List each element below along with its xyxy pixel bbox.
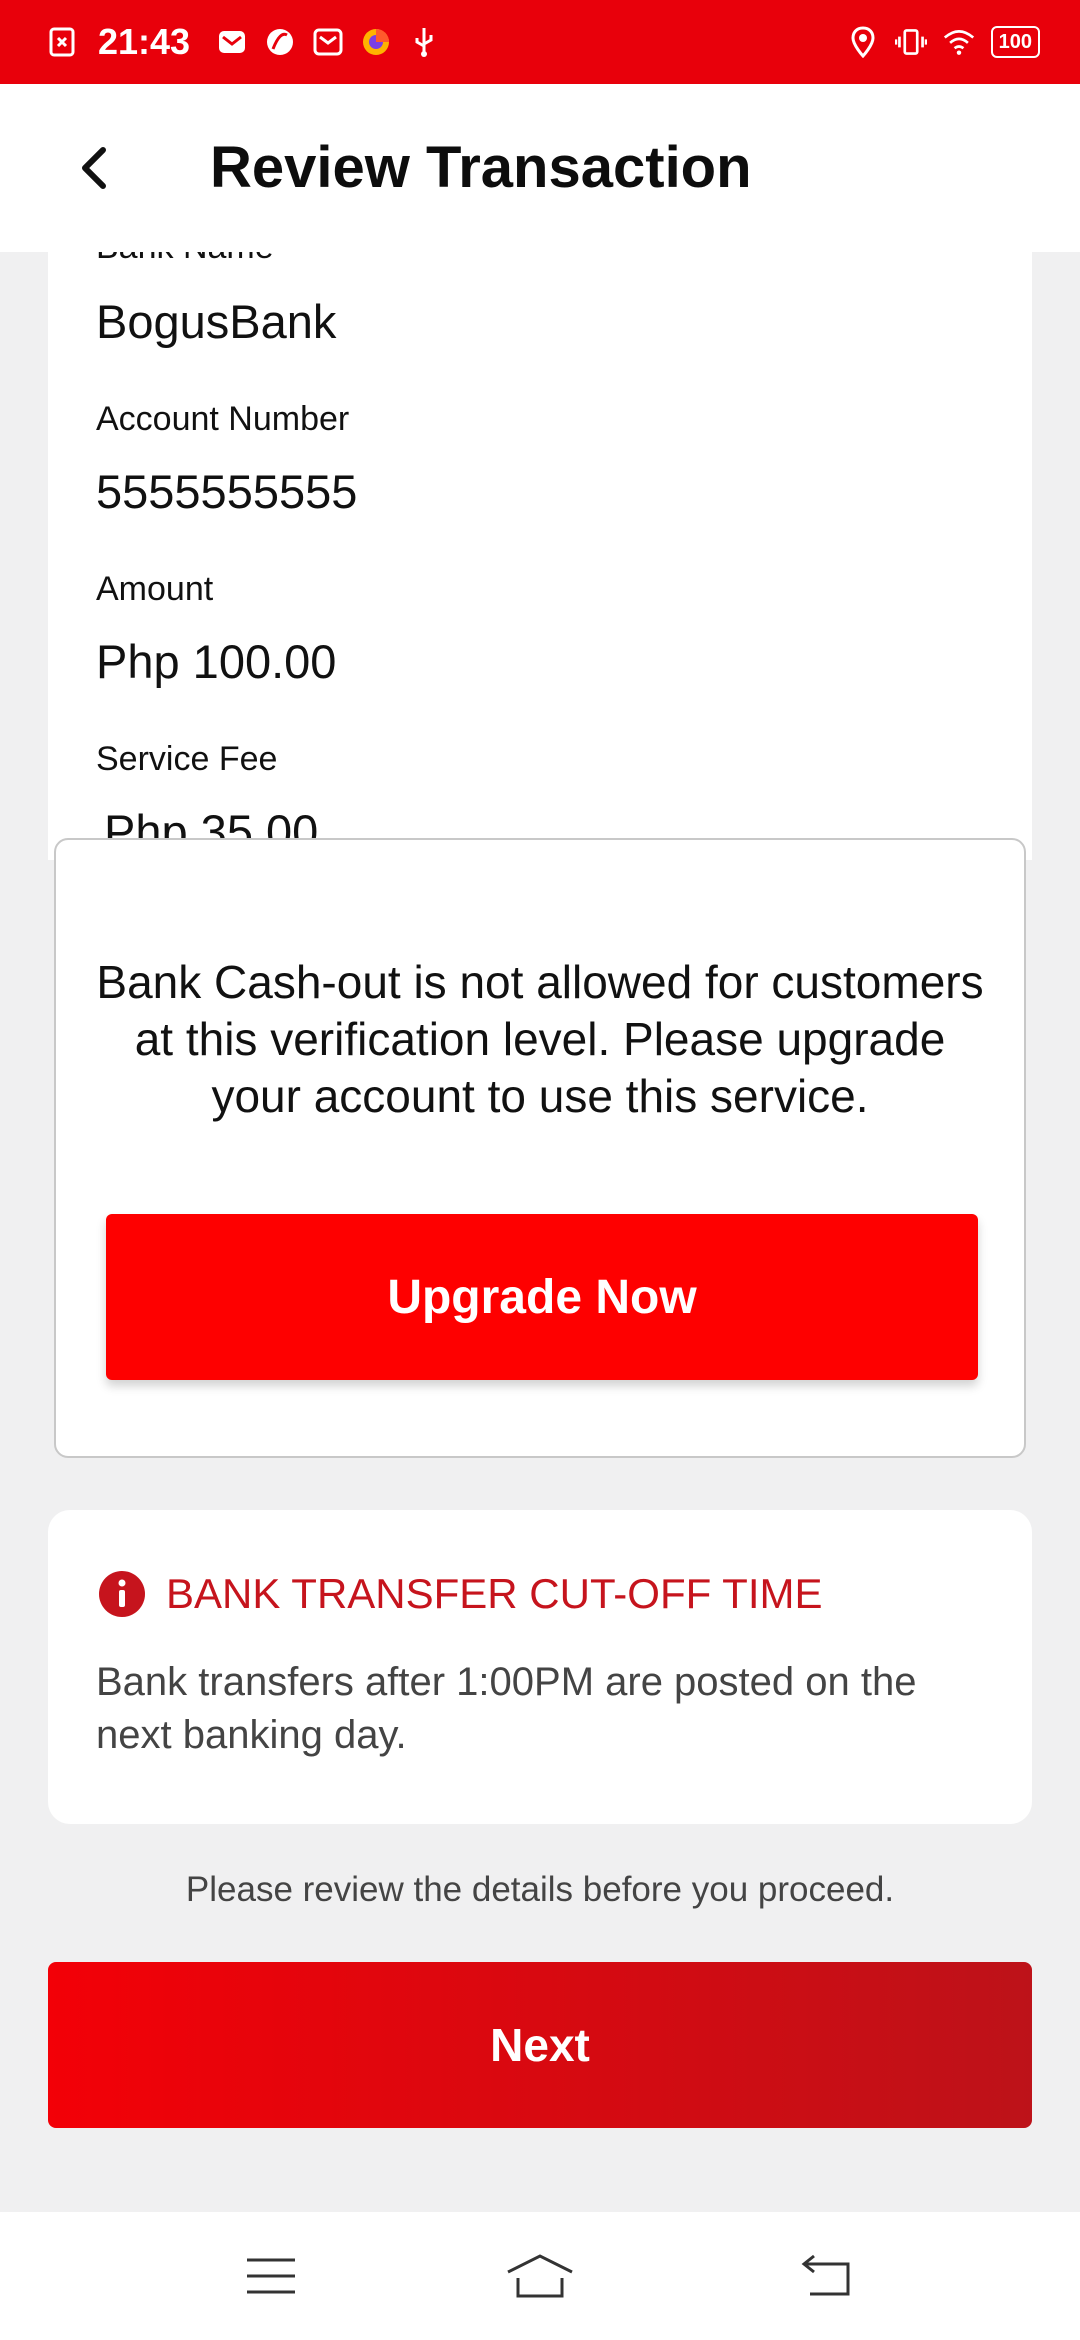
amount-label: Amount <box>96 570 214 608</box>
sim-alert-icon <box>46 26 78 58</box>
amount-value: Php 100.00 <box>96 635 337 688</box>
cutoff-title: BANK TRANSFER CUT-OFF TIME <box>166 1570 823 1617</box>
bank-name-value: BogusBank <box>96 295 337 348</box>
menu-button[interactable] <box>231 2246 311 2306</box>
chevron-left-icon <box>82 147 106 189</box>
account-number-label: Account Number <box>96 400 350 438</box>
upgrade-now-button[interactable]: Upgrade Now <box>106 1214 978 1380</box>
info-icon <box>99 1571 145 1617</box>
usb-icon <box>408 26 440 58</box>
battery-level: 100 <box>998 30 1032 53</box>
status-time: 21:43 <box>98 21 191 62</box>
next-button[interactable]: Next <box>48 1962 1032 2128</box>
service-fee-label: Service Fee <box>96 740 278 778</box>
home-icon <box>507 2254 573 2298</box>
dialog-message: Bank Cash-out is not allowed for custome… <box>96 956 984 1122</box>
back-nav-icon <box>801 2254 850 2296</box>
cutoff-text: Bank transfers after 1:00PM are posted o… <box>96 1660 917 1757</box>
mail-icon <box>216 26 248 58</box>
vibrate-icon <box>894 26 927 58</box>
menu-icon <box>247 2258 295 2294</box>
verification-dialog: Bank Cash-out is not allowed for custome… <box>54 838 1026 1458</box>
battery-indicator: 100 <box>990 26 1040 58</box>
message-icon <box>312 26 344 58</box>
page-title: Review Transaction <box>210 135 752 200</box>
cutoff-info-card: BANK TRANSFER CUT-OFF TIME Bank transfer… <box>48 1510 1032 1824</box>
app-header: Review Transaction <box>0 84 1080 252</box>
app-icon <box>264 26 296 58</box>
back-nav-button[interactable] <box>784 2246 864 2306</box>
status-left: 21:43 <box>46 21 440 63</box>
status-right: 100 <box>847 26 1040 58</box>
back-button[interactable] <box>62 132 126 204</box>
account-number-value: 5555555555 <box>96 465 358 518</box>
wifi-icon <box>943 26 975 58</box>
review-note: Please review the details before you pro… <box>185 1870 895 1909</box>
status-bar: 21:43 100 <box>0 0 1080 84</box>
location-icon <box>847 26 879 58</box>
system-nav-bar <box>0 2212 1080 2340</box>
transaction-details-card: Bank Name BogusBank Account Number 55555… <box>48 200 1032 860</box>
home-button[interactable] <box>500 2246 580 2306</box>
browser-icon <box>360 26 392 58</box>
